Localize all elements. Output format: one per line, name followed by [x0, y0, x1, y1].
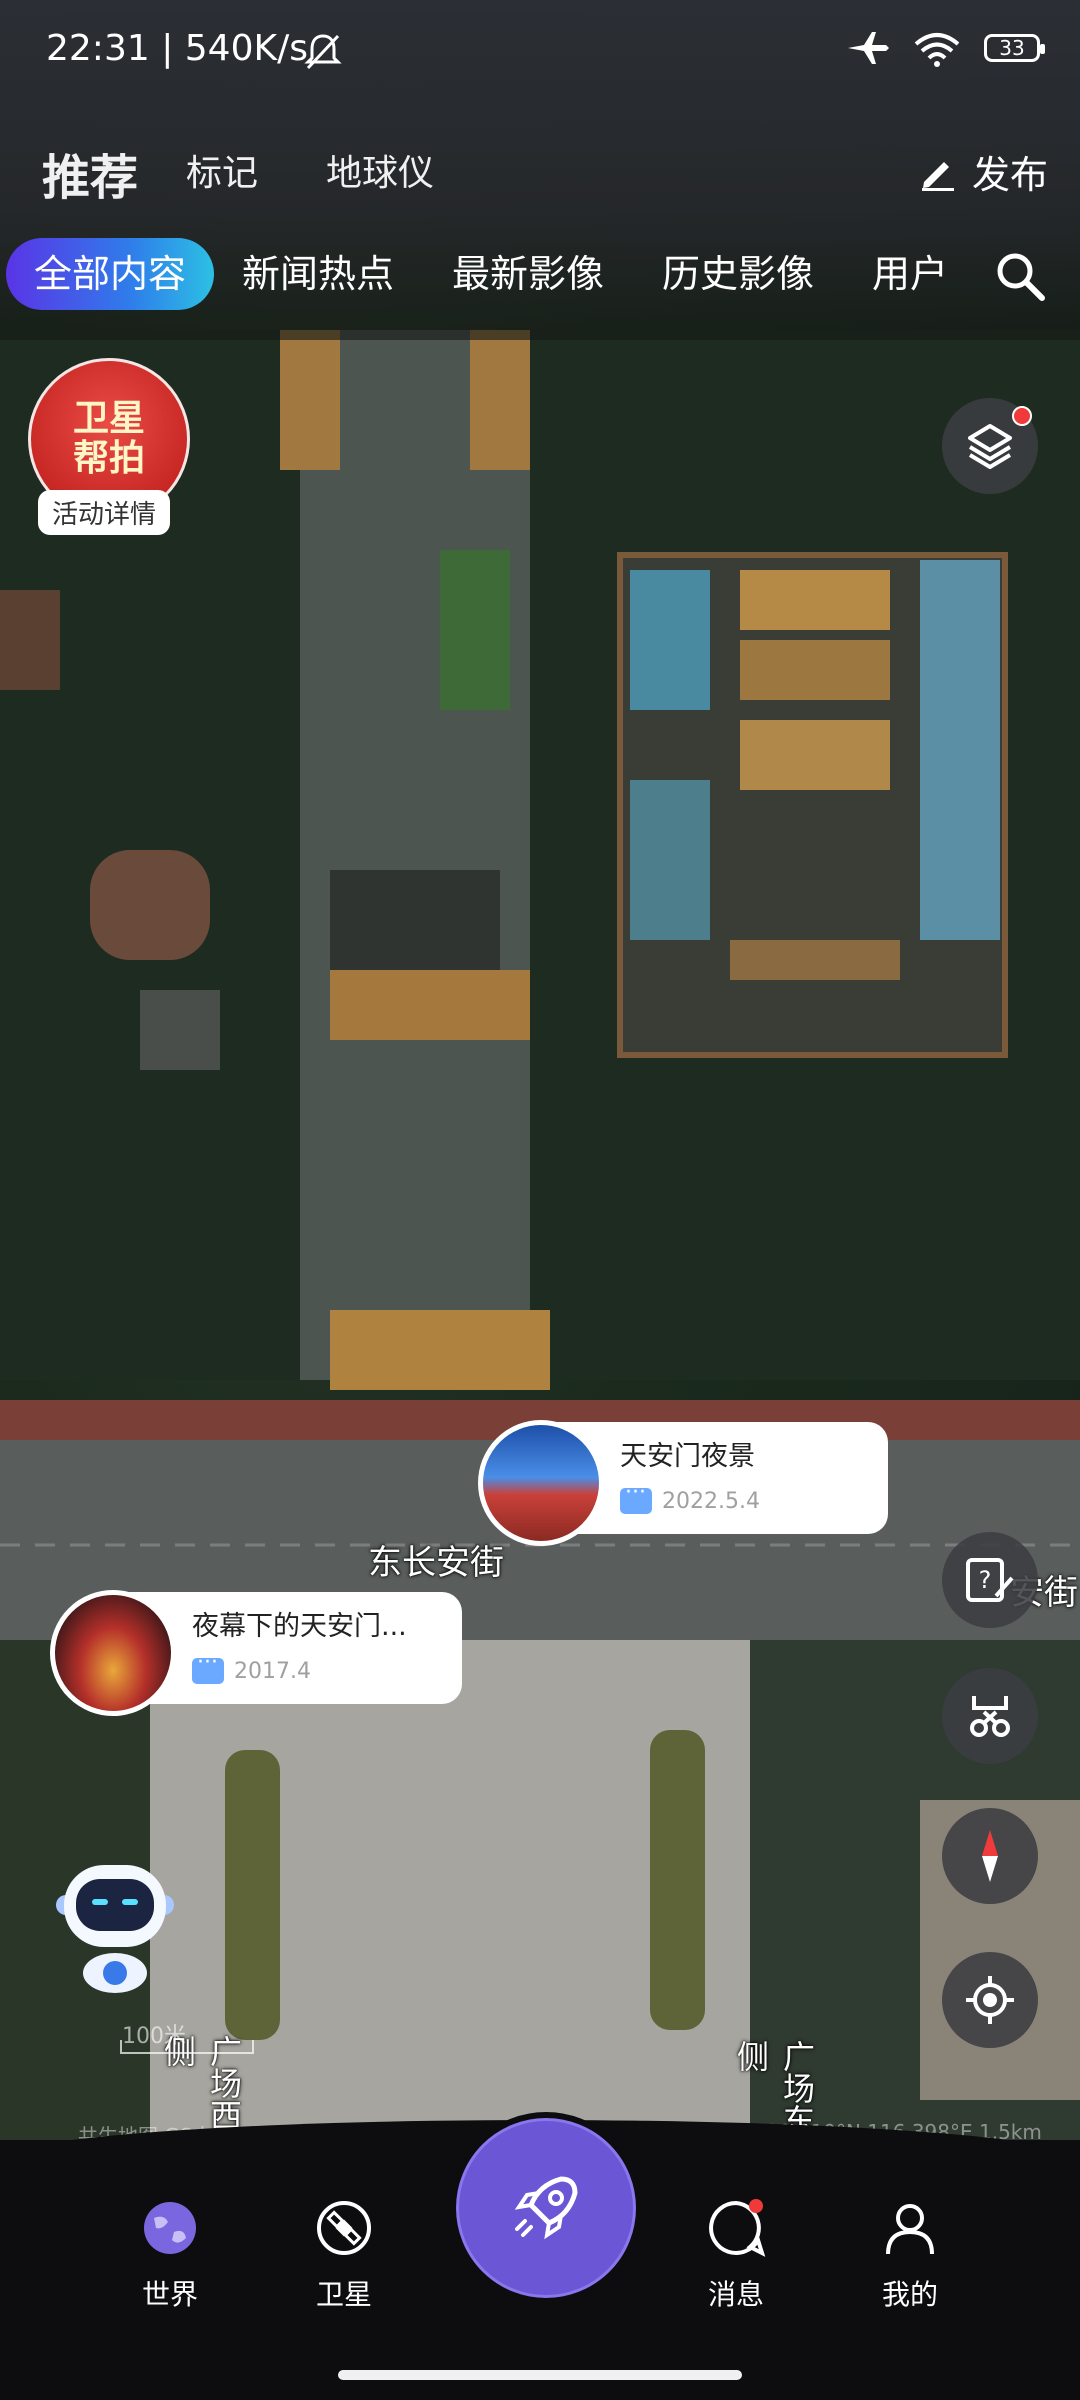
- globe-icon: [144, 2202, 196, 2254]
- activity-badge-line1: 卫星: [72, 398, 145, 439]
- battery-icon: 33: [984, 34, 1045, 62]
- chip-user[interactable]: 用户: [872, 238, 972, 310]
- comment-icon: [192, 1650, 224, 1684]
- marker-date-text: 2022.5.4: [662, 1488, 760, 1514]
- scissors-icon: [970, 1696, 1010, 1737]
- marker-tiananmen-evening[interactable]: 夜幕下的天安门... 2017.4: [50, 1590, 464, 1716]
- marker-date: 2022.5.4: [620, 1480, 760, 1514]
- marker-date-text: 2017.4: [234, 1658, 311, 1684]
- nav-world[interactable]: 世界: [110, 2198, 230, 2313]
- top-tabs: 推荐 标记 地球仪 发布: [0, 130, 1080, 210]
- marker-thumbnail: [478, 1420, 604, 1546]
- chip-news[interactable]: 新闻热点: [242, 238, 394, 310]
- layers-notification-dot: [1012, 406, 1032, 426]
- marker-tiananmen-night[interactable]: 天安门夜景 2022.5.4: [478, 1420, 892, 1546]
- svg-text:?: ?: [979, 1566, 992, 1594]
- layers-icon: [968, 424, 1012, 469]
- wifi-icon: [914, 33, 960, 67]
- robot-assistant-icon[interactable]: [50, 1855, 180, 1995]
- nav-satellite[interactable]: 卫星: [284, 2198, 404, 2313]
- launch-button[interactable]: [450, 2112, 642, 2304]
- nav-world-label: 世界: [141, 2278, 198, 2311]
- locate-button[interactable]: [942, 1952, 1038, 2048]
- search-icon[interactable]: [990, 246, 1050, 306]
- comment-icon: [620, 1480, 652, 1514]
- status-icons: 33: [846, 28, 1045, 68]
- status-time: 22:31 | 540K/s: [46, 28, 308, 69]
- locate-icon: [966, 1976, 1014, 2024]
- home-indicator[interactable]: [338, 2370, 742, 2380]
- tab-recommend[interactable]: 推荐: [42, 138, 138, 208]
- silent-bell-icon: [304, 34, 342, 70]
- publish-button[interactable]: 发布: [918, 144, 1048, 199]
- nav-profile-label: 我的: [881, 2278, 938, 2311]
- marker-title: 夜幕下的天安门...: [192, 1611, 407, 1642]
- marker-date: 2017.4: [192, 1650, 311, 1684]
- feedback-icon: ?: [966, 1558, 1014, 1602]
- airplane-icon: [848, 32, 889, 64]
- status-bar: 22:31 | 540K/s 33: [0, 0, 1080, 100]
- nav-messages[interactable]: 消息: [676, 2198, 796, 2313]
- marker-thumbnail: [50, 1590, 176, 1716]
- activity-badge-line2: 帮拍: [72, 438, 145, 479]
- tab-globe[interactable]: 地球仪: [326, 144, 434, 196]
- publish-label: 发布: [971, 153, 1048, 197]
- chip-all[interactable]: 全部内容: [6, 238, 215, 310]
- map-label-street: 东长安街: [368, 1543, 504, 1583]
- layers-button[interactable]: [942, 398, 1038, 494]
- scale-bar: [120, 2040, 254, 2054]
- feedback-button[interactable]: ?: [942, 1532, 1038, 1628]
- satellite-icon: [317, 2201, 371, 2255]
- user-icon: [886, 2204, 934, 2255]
- category-bar: 全部内容 新闻热点 最新影像 历史影像 用户: [0, 232, 1080, 312]
- compass-icon: [982, 1830, 998, 1882]
- activity-badge[interactable]: 卫星 帮拍 活动详情: [28, 358, 192, 538]
- marker-title: 天安门夜景: [620, 1441, 755, 1472]
- nav-profile[interactable]: 我的: [850, 2198, 970, 2313]
- tab-marks[interactable]: 标记: [186, 144, 258, 196]
- chip-latest-imagery[interactable]: 最新影像: [452, 238, 604, 310]
- nav-satellite-label: 卫星: [315, 2278, 372, 2311]
- chip-historical-imagery[interactable]: 历史影像: [662, 238, 814, 310]
- screenshot-button[interactable]: [942, 1668, 1038, 1764]
- activity-details-label: 活动详情: [38, 490, 171, 535]
- message-icon: [709, 2199, 766, 2257]
- pen-icon: [921, 161, 954, 191]
- compass-button[interactable]: [942, 1808, 1038, 1904]
- rocket-icon: [514, 2176, 578, 2240]
- nav-messages-label: 消息: [707, 2278, 764, 2311]
